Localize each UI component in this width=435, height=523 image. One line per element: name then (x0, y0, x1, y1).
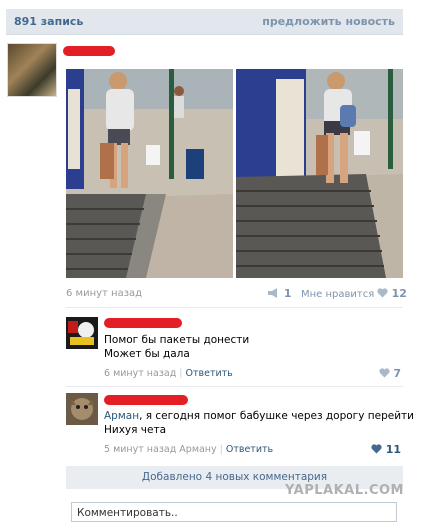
heart-icon (371, 443, 382, 457)
author-name-redacted[interactable] (63, 46, 115, 56)
heart-icon (378, 367, 390, 381)
like-label: Мне нравится (301, 289, 375, 300)
comment-avatar[interactable] (66, 317, 98, 349)
comment-text: Помог бы пакеты донести Может бы дала (104, 333, 249, 361)
comment-line: Нихуя чета (104, 424, 167, 436)
comment-text: Арман, я сегодня помог бабушке через дор… (104, 409, 414, 437)
reply-link[interactable]: Ответить (185, 368, 232, 379)
suggest-news-link[interactable]: предложить новость (262, 15, 395, 28)
megaphone-icon (268, 287, 280, 301)
comment-line: Может бы дала (104, 348, 190, 360)
comment-time[interactable]: 6 минут назад (104, 368, 176, 379)
comment-author-redacted[interactable] (104, 395, 188, 405)
reply-to-name[interactable]: Арман (104, 410, 139, 422)
comment-like-count: 7 (393, 367, 401, 380)
wall-header: 891 запись предложить новость (6, 9, 403, 35)
comment-like-count: 11 (385, 443, 401, 456)
comment-line: , я сегодня помог бабушке через дорогу п… (139, 410, 414, 422)
comment-avatar[interactable] (66, 393, 98, 425)
comment-input[interactable]: Комментировать.. (71, 502, 397, 522)
comment-like[interactable]: 7 (378, 367, 401, 381)
divider (66, 307, 403, 308)
post-time[interactable]: 6 минут назад (66, 288, 142, 299)
post-photo-left[interactable] (66, 69, 233, 278)
like-count: 12 (391, 287, 407, 300)
comment-meta: 6 минут назад | Ответить (104, 368, 233, 379)
comment-meta: 5 минут назад Арману | Ответить (104, 444, 274, 455)
like-button[interactable]: Мне нравится 12 (301, 287, 407, 301)
comment-time[interactable]: 5 минут назад Арману (104, 444, 217, 455)
author-avatar[interactable] (7, 43, 57, 97)
post-count[interactable]: 891 запись (14, 15, 83, 28)
divider (66, 386, 403, 387)
heart-icon (377, 287, 389, 301)
watermark: YAPLAKAL.COM (285, 483, 404, 498)
repost-counter[interactable]: 1 (268, 287, 292, 301)
comment-line: Помог бы пакеты донести (104, 334, 250, 346)
comment-like[interactable]: 11 (371, 443, 401, 457)
reply-link[interactable]: Ответить (226, 444, 273, 455)
post-photo-right[interactable] (236, 69, 403, 278)
comment-author-redacted[interactable] (104, 318, 182, 328)
repost-count: 1 (283, 287, 292, 300)
